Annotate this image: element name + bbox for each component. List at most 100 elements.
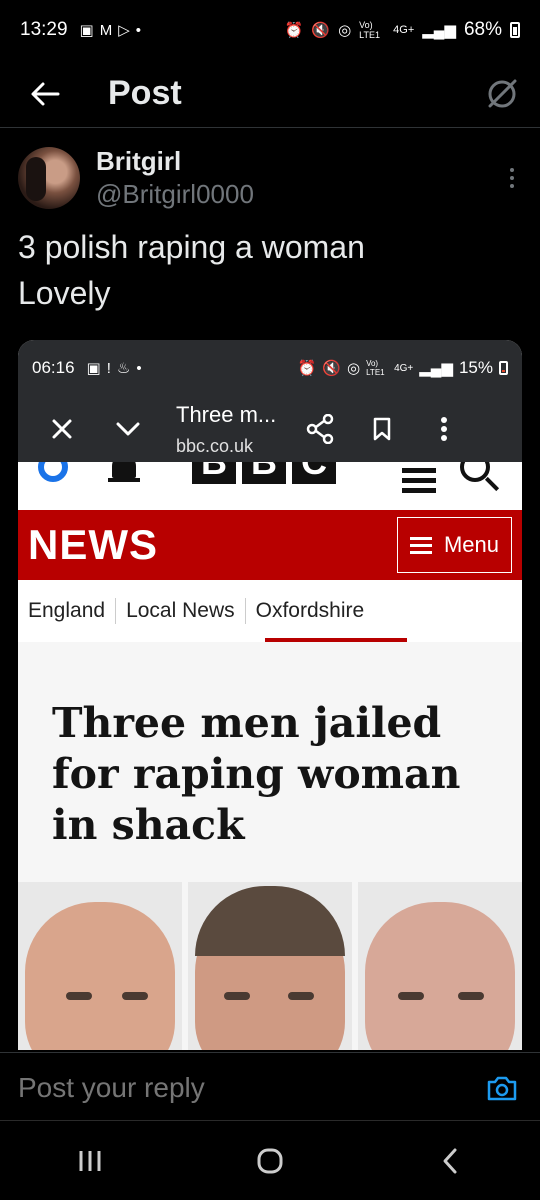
headline-line: Three men jailed: [52, 699, 442, 747]
eye-shape: [224, 992, 250, 1000]
breadcrumb-item-active: Oxfordshire: [255, 599, 365, 622]
eye-shape: [288, 992, 314, 1000]
signal-icon: ▂▄▆: [422, 21, 456, 39]
eye-shape: [66, 992, 92, 1000]
bbc-logo-letter: C: [292, 462, 336, 484]
volte-label: Vo) LTE1: [359, 20, 380, 40]
eye-shape: [458, 992, 484, 1000]
embed-close-button: [40, 407, 84, 451]
article-headline: Three men jailed for raping woman in sha…: [52, 698, 488, 851]
recent-apps-button[interactable]: [60, 1131, 120, 1191]
chevron-down-icon: [116, 422, 140, 436]
embed-expand-button: [106, 407, 150, 451]
reply-bar: [0, 1052, 540, 1122]
embed-dot-icon: •: [136, 359, 142, 377]
embed-browser-toolbar: Three m... bbc.co.uk: [18, 396, 522, 462]
network-type-label: 4G+: [393, 24, 415, 36]
nav-back-button[interactable]: [420, 1131, 480, 1191]
post-text: 3 polish raping a woman Lovely: [18, 224, 522, 316]
bookmark-icon: [374, 417, 391, 441]
eye-shape: [122, 992, 148, 1000]
battery-icon: [510, 22, 520, 38]
author-name[interactable]: Britgirl: [96, 146, 254, 177]
embed-battery-icon: [499, 361, 508, 375]
post-author: Britgirl @Britgirl0000: [18, 143, 522, 213]
alarm-icon: ⏰: [284, 21, 304, 39]
mugshot-row: [18, 882, 522, 1050]
embed-more-button: [422, 407, 466, 451]
menu-label: Menu: [443, 532, 499, 557]
chevron-left-icon: [443, 1148, 457, 1173]
status-bar: 13:29 ▣ M ▷ • ⏰ 🔇 ◎ Vo) LTE1 4G+ ▂▄▆ 68%: [0, 0, 540, 60]
recent-apps-icon: [79, 1150, 101, 1171]
arrow-left-icon: [31, 82, 60, 105]
embed-domain: bbc.co.uk: [176, 435, 254, 456]
bell-icon: [108, 462, 140, 482]
mugshot-photo: [358, 882, 522, 1050]
post-more-button[interactable]: [502, 168, 522, 188]
mugshot-photo: [188, 882, 352, 1050]
author-handle[interactable]: @Britgirl0000: [96, 179, 254, 210]
embed-alert-icon: !: [106, 359, 111, 377]
camera-icon: [487, 1076, 517, 1100]
bbc-menu-button: Menu: [396, 517, 512, 573]
gallery-notification-icon: ▣: [79, 21, 94, 39]
gmail-notification-icon: M: [99, 21, 113, 39]
battery-percent: 68%: [463, 19, 502, 40]
reply-input[interactable]: [18, 1071, 438, 1104]
embed-hotspot-icon: ◎: [346, 359, 361, 377]
status-time: 13:29: [20, 19, 68, 40]
embed-gallery-icon: ▣: [86, 359, 101, 377]
search-icon: [460, 462, 490, 482]
post-media-image[interactable]: 06:16 ▣ ! ♨ • ⏰ 🔇 ◎ Vo) LTE1 4G+ ▂▄▆ 15%…: [18, 340, 522, 1050]
page-title: Post: [108, 74, 182, 112]
bbc-logo-letter: B: [242, 462, 286, 484]
breadcrumb-divider: [244, 598, 246, 624]
embed-status-bar: 06:16 ▣ ! ♨ • ⏰ 🔇 ◎ Vo) LTE1 4G+ ▂▄▆ 15%: [18, 340, 522, 396]
grok-button[interactable]: [482, 74, 522, 114]
breadcrumb-item: England: [28, 599, 106, 622]
more-vertical-icon: [510, 168, 514, 172]
headline-line: for raping woman: [52, 750, 461, 798]
article-header: Three men jailed for raping woman in sha…: [18, 642, 522, 882]
mugshot-photo: [18, 882, 182, 1050]
embed-volte-label: Vo) LTE1: [366, 359, 385, 377]
breadcrumb-active-underline: [265, 638, 407, 642]
embed-share-button: [298, 407, 342, 451]
bbc-logo-letter: B: [192, 462, 236, 484]
headline-line: in shack: [52, 801, 245, 849]
top-header: Post: [0, 60, 540, 128]
hair-shape: [195, 886, 345, 956]
post-text-line: Lovely: [18, 275, 111, 311]
face-shape: [365, 902, 515, 1050]
hamburger-icon: [402, 468, 436, 498]
embed-flame-icon: ♨: [116, 359, 131, 377]
more-notifications-icon: •: [135, 21, 142, 39]
more-vertical-icon: [441, 417, 448, 441]
breadcrumb: England Local News Oxfordshire: [18, 580, 522, 642]
embed-network-label: 4G+: [394, 362, 414, 374]
news-banner: NEWS Menu: [18, 510, 522, 580]
embed-url-block: Three m... bbc.co.uk: [176, 402, 276, 457]
bbc-logo: B B C: [192, 462, 336, 484]
grok-icon: [488, 79, 517, 107]
share-icon: [307, 414, 334, 444]
android-nav-bar: [0, 1120, 540, 1200]
camera-button[interactable]: [482, 1068, 522, 1108]
embed-alarm-icon: ⏰: [297, 359, 317, 377]
breadcrumb-divider: [115, 598, 117, 624]
face-shape: [25, 902, 175, 1050]
back-button[interactable]: [0, 60, 90, 128]
embed-battery-percent: 15%: [458, 358, 493, 377]
embed-mute-icon: 🔇: [322, 359, 341, 377]
close-icon: [52, 419, 72, 439]
menu-icon: [409, 533, 432, 558]
embed-bookmark-button: [360, 407, 404, 451]
play-notification-icon: ▷: [118, 21, 130, 39]
home-button[interactable]: [240, 1131, 300, 1191]
embed-page-title: Three m...: [176, 401, 277, 427]
account-icon: [38, 462, 68, 482]
notification-icons: ▣ M ▷ •: [80, 23, 142, 38]
avatar[interactable]: [18, 147, 80, 209]
embed-signal-icon: ▂▄▆: [419, 359, 453, 377]
